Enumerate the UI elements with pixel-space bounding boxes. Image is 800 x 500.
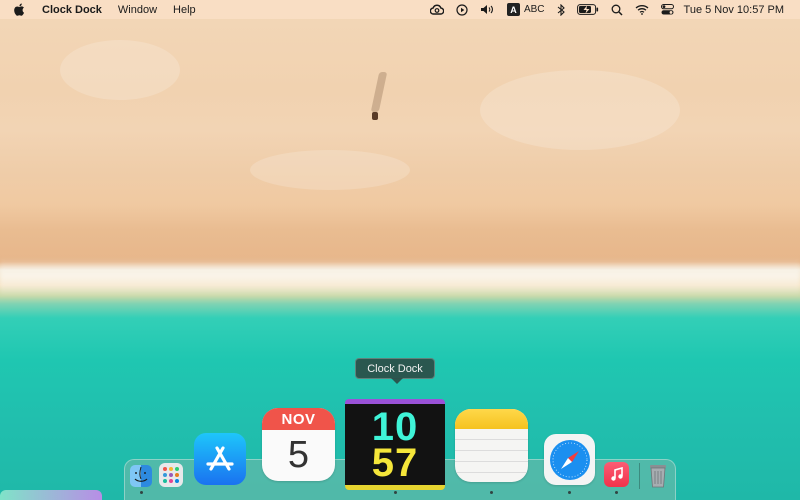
search-icon[interactable] — [605, 0, 629, 19]
clock-dock-icon[interactable]: 10 57 — [345, 399, 445, 490]
music-running-dot — [615, 491, 618, 494]
notes-icon[interactable] — [455, 409, 528, 482]
calendar-month: NOV — [262, 408, 335, 430]
launchpad-icon[interactable] — [159, 463, 183, 487]
menu-help[interactable]: Help — [165, 0, 204, 19]
person-shadow — [370, 72, 388, 112]
shoreline-foam — [0, 258, 800, 298]
clock-minutes: 57 — [371, 440, 419, 485]
wifi-icon[interactable] — [629, 0, 655, 19]
safari-running-dot — [568, 491, 571, 494]
clock-dock-running-dot — [394, 491, 397, 494]
control-center-icon[interactable] — [655, 0, 680, 19]
menubar-clock[interactable]: Tue 5 Nov 10:57 PM — [680, 4, 788, 16]
calendar-day: 5 — [287, 434, 310, 476]
music-icon[interactable] — [604, 462, 629, 487]
trash-icon[interactable] — [648, 462, 668, 488]
partial-window-edge — [0, 490, 102, 500]
notes-running-dot — [490, 491, 493, 494]
safari-icon[interactable] — [544, 434, 595, 485]
person-on-beach — [372, 112, 378, 120]
calendar-icon[interactable]: NOV 5 — [262, 408, 335, 481]
volume-icon[interactable] — [474, 0, 501, 19]
apple-menu-icon[interactable] — [0, 0, 38, 19]
finder-running-dot — [140, 491, 143, 494]
battery-icon[interactable] — [571, 0, 605, 19]
dock-tooltip: Clock Dock — [355, 358, 435, 384]
menu-window[interactable]: Window — [110, 0, 165, 19]
notes-header — [455, 409, 528, 429]
clock-hours: 10 — [371, 404, 419, 449]
input-source-icon[interactable]: A ABC — [501, 0, 551, 19]
creative-cloud-icon[interactable] — [424, 0, 450, 19]
finder-icon[interactable] — [130, 465, 152, 487]
bluetooth-icon[interactable] — [551, 0, 571, 19]
input-source-badge: A — [506, 3, 520, 16]
menu-bar: Clock Dock Window Help A ABC Tue 5 Nov 1… — [0, 0, 800, 19]
input-source-label: ABC — [523, 4, 545, 15]
dock-divider — [639, 463, 640, 489]
app-store-icon[interactable] — [194, 433, 246, 485]
menu-app-name[interactable]: Clock Dock — [38, 0, 110, 19]
play-circle-icon[interactable] — [450, 0, 474, 19]
